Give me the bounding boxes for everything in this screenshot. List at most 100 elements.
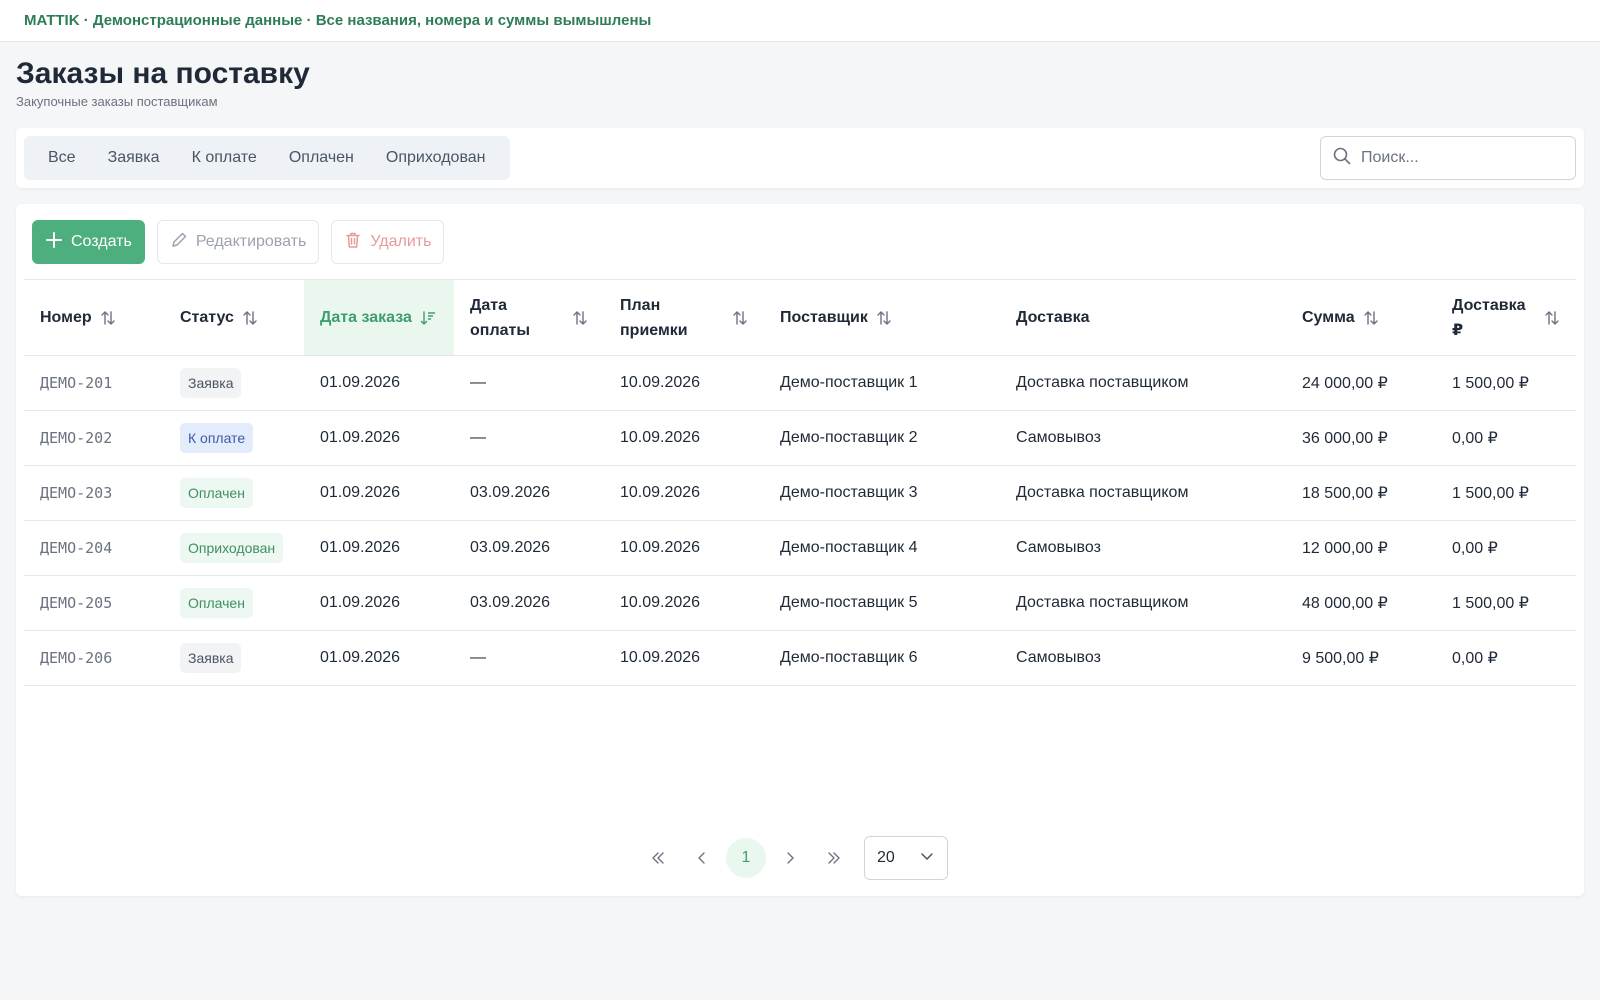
rows-per-page-select[interactable]: 20 (864, 836, 948, 880)
order-date: 01.09.2026 (304, 410, 454, 466)
delete-button-label: Удалить (370, 233, 432, 250)
status-cell: Оприходован (164, 520, 304, 576)
order-number: ДЕМО-205 (24, 575, 164, 631)
create-button[interactable]: Создать (32, 220, 145, 264)
sort-icon[interactable] (572, 310, 588, 326)
sort-icon[interactable] (100, 310, 116, 326)
first-page-icon[interactable] (638, 838, 678, 878)
pencil-icon (170, 231, 188, 254)
order-date: 01.09.2026 (304, 630, 454, 686)
plan-date: 10.09.2026 (604, 410, 764, 466)
order-sum: 12 000,00 ₽ (1286, 520, 1436, 576)
tab-received[interactable]: Оприходован (370, 136, 502, 180)
order-number: ДЕМО-202 (24, 410, 164, 466)
pagination: 1 20 (638, 836, 948, 880)
pay-date: 03.09.2026 (454, 465, 604, 521)
orders-table: Номер Статус Дата заказа Дата оплаты Пла… (24, 279, 1576, 686)
create-button-label: Создать (71, 233, 132, 250)
tab-all[interactable]: Все (32, 136, 92, 180)
delivery-sum: 1 500,00 ₽ (1436, 575, 1576, 631)
column-sum[interactable]: Сумма (1286, 279, 1436, 356)
column-plan-date[interactable]: План приемки (604, 279, 764, 356)
status-badge: Оприходован (180, 533, 284, 563)
table-row[interactable]: ДЕМО-204 Оприходован 01.09.2026 03.09.2026 1… (24, 520, 1576, 576)
supplier-name: Демо-поставщик 3 (764, 465, 1000, 521)
column-supplier[interactable]: Поставщик (764, 279, 1000, 356)
sort-icon[interactable] (1363, 310, 1379, 326)
sort-descending-icon[interactable] (420, 310, 436, 326)
column-delivery-sum[interactable]: Доставка ₽ (1436, 279, 1576, 356)
demo-banner: MATTIK · Демонстрационные данные · Все н… (0, 0, 1600, 42)
plan-date: 10.09.2026 (604, 465, 764, 521)
toolbar: Создать Редактировать Удалить (32, 220, 445, 264)
column-number[interactable]: Номер (24, 279, 164, 356)
status-badge: Оплачен (180, 478, 253, 508)
column-supplier-label: Поставщик (780, 309, 868, 326)
order-sum: 24 000,00 ₽ (1286, 355, 1436, 411)
status-cell: К оплате (164, 410, 304, 466)
table-row[interactable]: ДЕМО-206 Заявка 01.09.2026—10.09.2026 Демо-… (24, 630, 1576, 686)
sort-icon[interactable] (732, 310, 748, 326)
delivery-sum: 0,00 ₽ (1436, 410, 1576, 466)
table-row[interactable]: ДЕМО-205 Оплачен 01.09.2026 03.09.2026 10.09… (24, 575, 1576, 631)
last-page-icon[interactable] (814, 838, 854, 878)
column-delivery-sum-label: Доставка ₽ (1452, 296, 1526, 339)
sort-icon[interactable] (1544, 310, 1560, 326)
chevron-down-icon (919, 848, 935, 869)
plus-icon (45, 231, 63, 254)
order-number: ДЕМО-201 (24, 355, 164, 411)
pay-date: — (454, 410, 604, 466)
supplier-name: Демо-поставщик 6 (764, 630, 1000, 686)
delivery-sum: 1 500,00 ₽ (1436, 465, 1576, 521)
column-status-label: Статус (180, 309, 234, 326)
search-box[interactable] (1320, 136, 1576, 180)
order-date: 01.09.2026 (304, 465, 454, 521)
column-status[interactable]: Статус (164, 279, 304, 356)
pay-date: — (454, 630, 604, 686)
delivery-sum: 0,00 ₽ (1436, 520, 1576, 576)
order-date: 01.09.2026 (304, 575, 454, 631)
plan-date: 10.09.2026 (604, 520, 764, 576)
search-input[interactable] (1361, 149, 1561, 167)
column-delivery-label: Доставка (1016, 309, 1090, 326)
status-tabs: Все Заявка К оплате Оплачен Оприходован (24, 136, 510, 180)
next-page-icon[interactable] (770, 838, 810, 878)
page-subtitle: Закупочные заказы поставщикам (16, 94, 218, 109)
page-button-current[interactable]: 1 (726, 838, 766, 878)
plan-date: 10.09.2026 (604, 575, 764, 631)
tab-paid[interactable]: Оплачен (273, 136, 370, 180)
column-pay-date-label: Дата оплаты (470, 296, 530, 339)
sort-icon[interactable] (242, 310, 258, 326)
tab-to-pay[interactable]: К оплате (176, 136, 273, 180)
prev-page-icon[interactable] (682, 838, 722, 878)
sort-icon[interactable] (876, 310, 892, 326)
order-sum: 18 500,00 ₽ (1286, 465, 1436, 521)
column-number-label: Номер (40, 309, 92, 326)
status-cell: Заявка (164, 630, 304, 686)
status-badge: Заявка (180, 643, 242, 673)
column-pay-date[interactable]: Дата оплаты (454, 279, 604, 356)
table-row[interactable]: ДЕМО-203 Оплачен 01.09.2026 03.09.2026 10.09… (24, 465, 1576, 521)
order-number: ДЕМО-206 (24, 630, 164, 686)
pay-date: 03.09.2026 (454, 575, 604, 631)
order-date: 01.09.2026 (304, 355, 454, 411)
order-number: ДЕМО-203 (24, 465, 164, 521)
delivery-sum: 0,00 ₽ (1436, 630, 1576, 686)
tab-request[interactable]: Заявка (92, 136, 176, 180)
edit-button[interactable]: Редактировать (156, 220, 320, 264)
pay-date: — (454, 355, 604, 411)
search-icon (1333, 147, 1351, 170)
plan-date: 10.09.2026 (604, 355, 764, 411)
pay-date: 03.09.2026 (454, 520, 604, 576)
column-delivery: Доставка (1000, 279, 1286, 356)
table-header-row: Номер Статус Дата заказа Дата оплаты Пла… (24, 279, 1576, 356)
delete-button[interactable]: Удалить (331, 220, 445, 264)
status-badge: Заявка (180, 368, 242, 398)
supplier-name: Демо-поставщик 2 (764, 410, 1000, 466)
supplier-name: Демо-поставщик 5 (764, 575, 1000, 631)
table-row[interactable]: ДЕМО-201 Заявка 01.09.2026—10.09.2026 Демо-… (24, 355, 1576, 411)
table-row[interactable]: ДЕМО-202 К оплате 01.09.2026—10.09.2026 Дем… (24, 410, 1576, 466)
status-badge: Оплачен (180, 588, 253, 618)
page-header: Заказы на поставку Закупочные заказы пос… (0, 42, 1600, 128)
column-order-date[interactable]: Дата заказа (304, 279, 454, 356)
